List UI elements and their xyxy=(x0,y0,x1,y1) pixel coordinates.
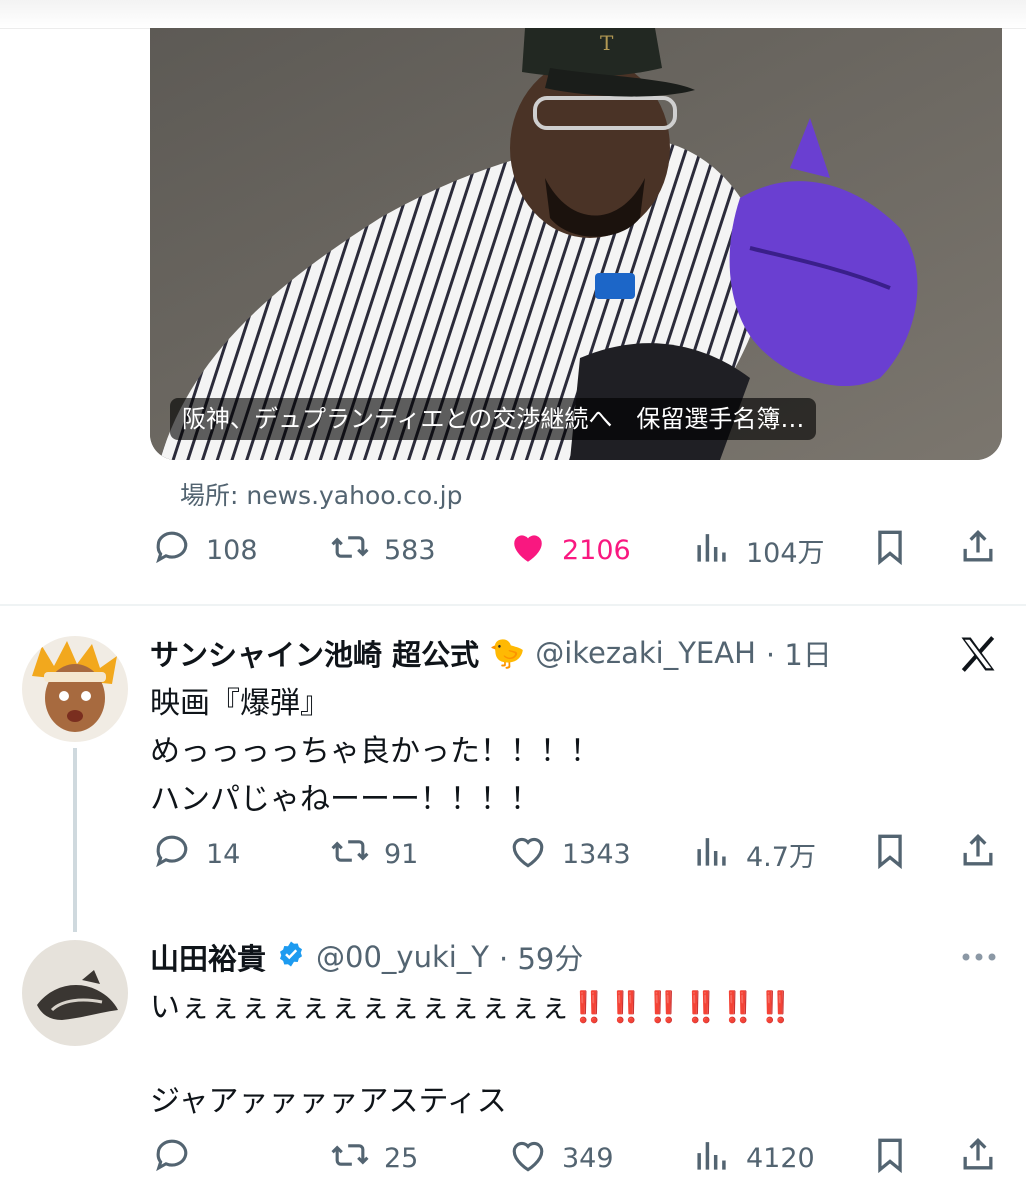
reply-icon xyxy=(150,829,194,880)
like-count: 349 xyxy=(562,1142,614,1174)
reply-count: 108 xyxy=(206,534,258,566)
action-bar-tweet-1: 14 91 1343 4.7万 xyxy=(150,832,1002,876)
more-options-icon[interactable] xyxy=(958,944,1000,970)
tweet-2-header: 山田裕貴 @00_yuki_Y · 59分 xyxy=(150,936,583,978)
reply-button[interactable]: 14 xyxy=(150,832,240,876)
bookmark-icon xyxy=(868,1133,912,1184)
like-count: 2106 xyxy=(562,534,631,566)
tweet-1-text-line: ハンパじゃねーーー！！！！ xyxy=(150,782,540,817)
action-bar-top: 108 583 2106 104万 xyxy=(150,528,1002,572)
like-button[interactable]: 349 xyxy=(506,1136,614,1180)
views-chart-icon xyxy=(690,829,734,880)
bookmark-icon xyxy=(868,829,912,880)
thread-line xyxy=(73,748,77,932)
retweet-count: 25 xyxy=(384,1142,419,1174)
reply-icon xyxy=(150,525,194,576)
retweet-icon xyxy=(328,1133,372,1184)
link-card-title[interactable]: 阪神、デュプランティエとの交渉継続へ 保留選手名簿… xyxy=(170,398,817,440)
reply-icon xyxy=(150,1133,194,1184)
views-button[interactable]: 4120 xyxy=(690,1136,815,1180)
heart-filled-icon xyxy=(506,525,550,576)
tweet-time[interactable]: · 1日 xyxy=(766,632,832,674)
tweet-time[interactable]: · 59分 xyxy=(499,936,583,978)
double-exclamation-emoji: ‼️‼️‼️‼️‼️‼️ xyxy=(570,990,795,1025)
views-count: 4.7万 xyxy=(746,841,816,873)
views-chart-icon xyxy=(690,525,734,576)
views-count: 4120 xyxy=(746,1142,815,1174)
views-count: 104万 xyxy=(746,537,825,569)
share-icon xyxy=(956,1133,1000,1184)
avatar-yamada[interactable] xyxy=(22,940,128,1046)
heart-icon xyxy=(506,829,550,880)
share-button[interactable] xyxy=(956,528,1000,572)
reply-button[interactable] xyxy=(150,1136,206,1180)
link-card-image[interactable]: T xyxy=(150,28,1002,460)
views-button[interactable]: 104万 xyxy=(690,528,825,572)
action-bar-tweet-2: 25 349 4120 xyxy=(150,1136,1002,1180)
tweet-1-header: サンシャイン池崎 超公式 🐤 @ikezaki_YEAH · 1日 xyxy=(150,632,832,674)
tweet-2-text-line: いぇぇぇぇぇぇぇぇぇぇぇぇぇ‼️‼️‼️‼️‼️‼️ xyxy=(150,982,794,1026)
like-button[interactable]: 2106 xyxy=(506,528,631,572)
views-chart-icon xyxy=(690,1133,734,1184)
avatar-ikezaki[interactable] xyxy=(22,636,128,742)
link-card-source[interactable]: 場所: news.yahoo.co.jp xyxy=(180,476,462,512)
tweet-1-text-line: 映画『爆弾』 xyxy=(150,686,330,721)
retweet-button[interactable]: 583 xyxy=(328,528,436,572)
verified-badge-icon xyxy=(276,939,306,976)
tweet-1-text-line: めっっっっちゃ良かった！！！！ xyxy=(150,734,600,769)
chick-emoji: 🐤 xyxy=(489,635,526,670)
retweet-button[interactable]: 91 xyxy=(328,832,418,876)
author-name[interactable]: 山田裕貴 xyxy=(150,936,266,978)
like-button[interactable]: 1343 xyxy=(506,832,631,876)
views-button[interactable]: 4.7万 xyxy=(690,832,816,876)
retweet-icon xyxy=(328,525,372,576)
tweet-2-text-line: ジャアァァァァアスティス xyxy=(150,1084,507,1119)
share-button[interactable] xyxy=(956,1136,1000,1180)
author-handle[interactable]: @ikezaki_YEAH xyxy=(535,636,756,670)
bookmark-icon xyxy=(868,525,912,576)
share-button[interactable] xyxy=(956,832,1000,876)
share-icon xyxy=(956,829,1000,880)
share-icon xyxy=(956,525,1000,576)
reply-button[interactable]: 108 xyxy=(150,528,258,572)
retweet-count: 91 xyxy=(384,838,419,870)
bookmark-button[interactable] xyxy=(868,832,912,876)
retweet-icon xyxy=(328,829,372,880)
tweet-2-text: いぇぇぇぇぇぇぇぇぇぇぇぇぇ xyxy=(150,990,570,1025)
svg-text:T: T xyxy=(600,31,614,55)
retweet-button[interactable]: 25 xyxy=(328,1136,418,1180)
author-handle[interactable]: @00_yuki_Y xyxy=(316,940,489,974)
author-name[interactable]: サンシャイン池崎 超公式 xyxy=(150,632,479,674)
retweet-count: 583 xyxy=(384,534,436,566)
x-logo-icon[interactable] xyxy=(956,632,1000,676)
bookmark-button[interactable] xyxy=(868,1136,912,1180)
tweet-divider xyxy=(0,604,1026,606)
reply-count: 14 xyxy=(206,838,241,870)
top-bar xyxy=(0,0,1026,29)
heart-icon xyxy=(506,1133,550,1184)
bookmark-button[interactable] xyxy=(868,528,912,572)
like-count: 1343 xyxy=(562,838,631,870)
